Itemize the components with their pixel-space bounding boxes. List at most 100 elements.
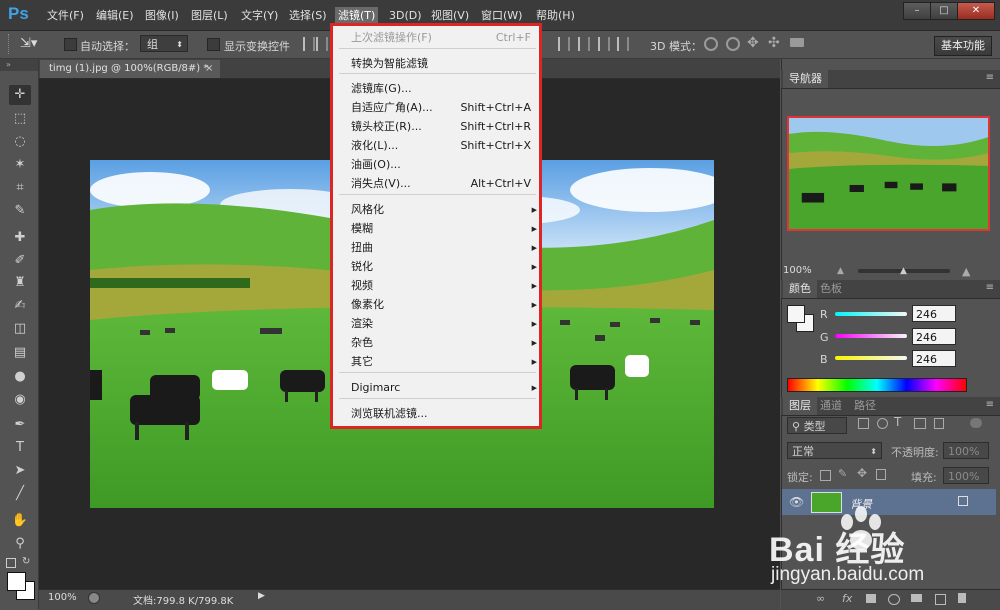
pen-tool-icon[interactable]: ✒ [9,415,31,435]
menu-item-0[interactable]: 文件(F) [44,7,87,24]
channel-b-input[interactable]: 246 [912,350,956,367]
eraser-tool-icon[interactable]: ◫ [9,319,31,339]
foreground-color-swatch[interactable] [7,572,26,591]
filter-menu-item-7[interactable]: 消失点(V)... Alt+Ctrl+V [351,175,531,193]
filter-adjustment-icon[interactable] [877,418,888,429]
default-colors-icon[interactable] [6,558,16,568]
status-menu-arrow-icon[interactable]: ▶ [258,591,265,601]
healing-brush-tool-icon[interactable]: ✚ [9,228,31,248]
navigator-zoom-value[interactable]: 100% [783,265,812,276]
align-middle-icon[interactable] [316,37,328,51]
menu-item-10[interactable]: 帮助(H) [533,7,578,24]
slide-3d-icon[interactable]: ✣ [768,35,780,51]
channel-r-input[interactable]: 246 [912,305,956,322]
filter-menu-item-2[interactable]: 滤镜库(G)... [351,80,531,98]
minimize-button[interactable]: – [903,2,931,20]
status-zoom[interactable]: 100% [48,592,77,603]
delete-layer-icon[interactable] [958,593,966,603]
type-tool-icon[interactable]: T [9,438,31,458]
filter-menu-item-14[interactable]: 渲染 ▶ [351,315,537,333]
lock-position-icon[interactable]: ✥ [857,466,867,480]
menu-item-6[interactable]: 滤镜(T) [335,7,379,24]
tab-color[interactable]: 颜色 [783,280,817,298]
navigator-thumbnail[interactable] [787,116,990,231]
filter-menu-item-5[interactable]: 液化(L)... Shift+Ctrl+X [351,137,531,155]
channel-g-input[interactable]: 246 [912,328,956,345]
lock-pixels-icon[interactable]: ✎ [838,467,847,480]
line-tool-icon[interactable]: ╱ [9,484,31,504]
menu-item-4[interactable]: 文字(Y) [238,7,281,24]
show-transform-checkbox[interactable] [207,38,220,51]
zoom-in-icon[interactable]: ▲ [962,265,970,278]
fill-input[interactable]: 100% [943,467,989,484]
roll-3d-icon[interactable] [726,37,740,51]
lasso-tool-icon[interactable]: ◌ [9,132,31,152]
filter-menu-item-15[interactable]: 杂色 ▶ [351,334,537,352]
adjustment-layer-icon[interactable] [888,594,900,605]
filter-shape-icon[interactable] [914,418,926,429]
color-spectrum-bar[interactable] [787,378,967,392]
filter-toggle[interactable] [970,418,982,428]
status-info-icon[interactable] [88,592,100,604]
filter-pixel-icon[interactable] [858,418,869,429]
history-brush-tool-icon[interactable]: ✍ [9,296,31,316]
document-tab[interactable]: timg (1).jpg @ 100%(RGB/8#) * [40,60,220,78]
hand-tool-icon[interactable]: ✋ [9,511,31,531]
channel-g-slider[interactable] [835,334,907,338]
lock-transparent-icon[interactable] [820,470,831,481]
blend-mode-dropdown[interactable]: 正常 ⬍ [787,442,882,459]
tab-layers[interactable]: 图层 [783,397,817,415]
filter-menu-item-1[interactable]: 转换为智能滤镜 [351,55,531,73]
maximize-button[interactable]: □ [930,2,958,20]
blur-tool-icon[interactable]: ● [9,367,31,387]
crop-tool-icon[interactable]: ⌗ [9,178,31,198]
brush-tool-icon[interactable]: ✐ [9,251,31,271]
move-tool-preset-icon[interactable]: ⇲▾ [20,36,37,51]
menu-item-5[interactable]: 选择(S) [286,7,330,24]
channel-r-slider[interactable] [835,312,907,316]
swap-colors-icon[interactable]: ↻ [22,556,30,567]
navigator-slider-handle[interactable]: ▲ [900,266,907,276]
menu-item-2[interactable]: 图像(I) [142,7,182,24]
menu-item-9[interactable]: 窗口(W) [478,7,525,24]
drag-3d-icon[interactable]: ✥ [747,35,759,51]
new-layer-icon[interactable] [935,594,946,605]
distribute-center-icon[interactable] [578,37,590,51]
filter-menu-item-18[interactable]: 浏览联机滤镜... [351,405,531,423]
auto-select-checkbox[interactable] [64,38,77,51]
move-tool-icon[interactable]: ✛ [9,85,31,105]
lock-all-icon[interactable] [876,469,886,480]
filter-menu-item-11[interactable]: 锐化 ▶ [351,258,537,276]
menu-item-3[interactable]: 图层(L) [188,7,231,24]
collapse-icon[interactable]: » [6,60,11,69]
gradient-tool-icon[interactable]: ▤ [9,343,31,363]
camera-3d-icon[interactable] [790,38,804,47]
filter-menu-item-9[interactable]: 模糊 ▶ [351,220,537,238]
filter-menu-item-16[interactable]: 其它 ▶ [351,353,537,371]
menu-item-7[interactable]: 3D(D) [386,7,425,24]
zoom-out-icon[interactable]: ▲ [837,266,844,276]
path-selection-tool-icon[interactable]: ➤ [9,461,31,481]
close-button[interactable]: ✕ [957,2,995,20]
zoom-tool-icon[interactable]: ⚲ [9,534,31,554]
tab-swatches[interactable]: 色板 [814,280,848,298]
layer-kind-filter[interactable]: ⚲ 类型 [787,417,847,434]
distribute-right-icon[interactable] [598,37,610,51]
filter-menu-item-6[interactable]: 油画(O)... [351,156,531,174]
align-top-icon[interactable] [303,37,315,51]
eyedropper-tool-icon[interactable]: ✎ [9,201,31,221]
filter-menu-item-4[interactable]: 镜头校正(R)... Shift+Ctrl+R [351,118,531,136]
filter-menu-item-13[interactable]: 像素化 ▶ [351,296,537,314]
tab-navigator[interactable]: 导航器 [783,70,828,88]
add-mask-icon[interactable] [866,594,876,603]
document-tab-close-icon[interactable]: × [205,60,217,78]
filter-menu-item-8[interactable]: 风格化 ▶ [351,201,537,219]
rotate-3d-icon[interactable] [704,37,718,51]
filter-menu-item-12[interactable]: 视频 ▶ [351,277,537,295]
menu-item-1[interactable]: 编辑(E) [93,7,137,24]
panel-menu-icon[interactable]: ≡ [986,72,994,83]
distribute-left-icon[interactable] [558,37,570,51]
filter-type-icon[interactable]: T [894,415,901,429]
auto-select-dropdown[interactable]: 组 ⬍ [140,35,188,52]
workspace-button[interactable]: 基本功能 [934,36,992,56]
